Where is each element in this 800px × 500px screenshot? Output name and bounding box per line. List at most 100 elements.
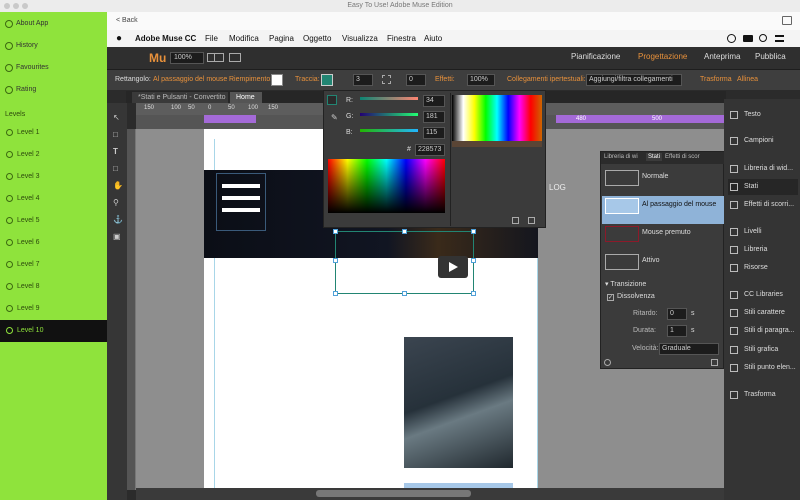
delay-input[interactable]: 0 [667, 308, 687, 320]
hex-input[interactable]: 228573 [415, 144, 445, 156]
state-row-selected[interactable]: Al passaggio del mouse [602, 196, 724, 224]
stroke-width-input[interactable]: 3 [353, 74, 373, 86]
level-item[interactable]: Level 5 [0, 210, 107, 232]
tab-libreria[interactable]: Libreria di wi [604, 154, 638, 160]
layout-icon[interactable] [229, 53, 241, 62]
fade-checkbox[interactable]: ✓ [607, 294, 614, 301]
level-item[interactable]: Level 9 [0, 298, 107, 320]
tab-stati[interactable]: Stati [646, 153, 663, 161]
back-button[interactable]: < Back [116, 12, 138, 30]
minimize-window-icon[interactable] [13, 3, 19, 9]
transition-header[interactable]: ▾ Transizione [605, 280, 646, 288]
panel-item-graphic-styles[interactable]: Stili grafica [728, 342, 798, 358]
align-link[interactable]: Allinea [737, 70, 758, 90]
resize-handle[interactable] [402, 291, 407, 296]
tab-effetti[interactable]: Effetti di scor [665, 154, 700, 160]
menu-pagina[interactable]: Pagina [269, 30, 294, 47]
green-input[interactable]: 181 [423, 111, 445, 123]
resize-handle[interactable] [402, 229, 407, 234]
mode-pubblica[interactable]: Pubblica [755, 52, 786, 61]
panel-item-trasforma[interactable]: Trasforma [728, 387, 798, 403]
nav-history[interactable]: History [0, 36, 107, 56]
menu-aiuto[interactable]: Aiuto [424, 30, 442, 47]
menu-visualizza[interactable]: Visualizza [342, 30, 378, 47]
resize-handle[interactable] [471, 258, 476, 263]
zoom-window-icon[interactable] [22, 3, 28, 9]
help-icon[interactable] [604, 359, 611, 366]
fullscreen-icon[interactable] [782, 16, 792, 25]
panel-item-risorse[interactable]: Risorse [728, 260, 798, 276]
text-tool-icon[interactable]: T [113, 147, 122, 156]
level-item-active[interactable]: Level 10 [0, 320, 107, 342]
trash-icon[interactable] [528, 217, 535, 224]
trash-icon[interactable] [711, 359, 718, 366]
level-item[interactable]: Level 8 [0, 276, 107, 298]
state-link[interactable]: Al passaggio del mouse [153, 70, 227, 90]
menu-app-name[interactable]: Adobe Muse CC [135, 30, 196, 47]
tab-home[interactable]: Home [230, 92, 262, 103]
scroll-thumb[interactable] [316, 490, 471, 497]
resize-handle[interactable] [471, 291, 476, 296]
selection-tool-icon[interactable]: ↖ [113, 113, 122, 122]
rectangle-tool-icon[interactable]: □ [113, 164, 122, 173]
creative-cloud-icon[interactable] [727, 34, 736, 43]
panel-item-bullet-styles[interactable]: Stili punto elen... [728, 360, 798, 376]
horizontal-scrollbar[interactable] [136, 488, 724, 500]
effects-label[interactable]: Effetti: [435, 70, 455, 90]
search-icon[interactable] [759, 34, 767, 42]
panel-item-cc-libraries[interactable]: CC Libraries [728, 287, 798, 303]
panel-item-testo[interactable]: Testo [728, 107, 798, 123]
level-item[interactable]: Level 2 [0, 144, 107, 166]
level-item[interactable]: Level 4 [0, 188, 107, 210]
blue-input[interactable]: 115 [423, 127, 445, 139]
menu-finestra[interactable]: Finestra [387, 30, 416, 47]
state-row[interactable]: Normale [602, 168, 724, 196]
duration-input[interactable]: 1 [667, 325, 687, 337]
frame-tool-icon[interactable]: ▣ [113, 232, 122, 241]
state-row[interactable]: Attivo [602, 252, 724, 280]
resize-handle[interactable] [333, 291, 338, 296]
panel-item-livelli[interactable]: Livelli [728, 224, 798, 240]
panel-item-libreria[interactable]: Libreria [728, 242, 798, 258]
stroke-label[interactable]: Traccia: [295, 70, 320, 90]
nav-rating[interactable]: Rating [0, 80, 107, 100]
level-item[interactable]: Level 6 [0, 232, 107, 254]
transform-link[interactable]: Trasforma [700, 70, 732, 90]
panel-item-character-styles[interactable]: Stili carattere [728, 305, 798, 321]
color-spectrum[interactable] [328, 159, 445, 213]
panel-item-paragraph-styles[interactable]: Stili di paragra... [728, 323, 798, 339]
nav-about-app[interactable]: About App [0, 14, 107, 34]
links-select[interactable]: Aggiungi/filtra collegamenti [586, 74, 682, 86]
camera-icon[interactable] [743, 35, 753, 42]
page-icon[interactable] [214, 53, 224, 62]
resize-handle[interactable] [333, 258, 338, 263]
apple-icon[interactable]: ● [116, 30, 122, 47]
mode-progettazione[interactable]: Progettazione [638, 52, 687, 61]
opacity-input[interactable]: 100% [467, 74, 495, 86]
hand-tool-icon[interactable]: ✋ [113, 181, 123, 190]
menu-list-icon[interactable] [775, 35, 784, 42]
panel-item-scroll-effects[interactable]: Effetti di scorri... [728, 197, 798, 213]
crop-tool-icon[interactable]: □ [113, 130, 122, 139]
menu-modifica[interactable]: Modifica [229, 30, 259, 47]
red-input[interactable]: 34 [423, 95, 445, 107]
play-button-icon[interactable] [438, 256, 468, 278]
fill-label[interactable]: Riempimento: [229, 70, 272, 90]
waterfall-photo[interactable] [404, 337, 513, 468]
fill-swatch[interactable] [271, 74, 283, 86]
red-slider[interactable] [360, 97, 418, 100]
menu-file[interactable]: File [205, 30, 218, 47]
panel-item-campioni[interactable]: Campioni [728, 133, 798, 149]
state-row[interactable]: Mouse premuto [602, 224, 724, 252]
panel-item-widget-library[interactable]: Libreria di wid... [728, 161, 798, 177]
tab-stati-e-pulsanti[interactable]: *Stati e Pulsanti - Convertito [132, 92, 228, 103]
new-swatch-icon[interactable] [512, 217, 519, 224]
zoom-select[interactable]: 100% [170, 52, 204, 64]
menu-oggetto[interactable]: Oggetto [303, 30, 331, 47]
level-item[interactable]: Level 7 [0, 254, 107, 276]
menu-box[interactable] [216, 173, 266, 231]
green-slider[interactable] [360, 113, 418, 116]
nav-favourites[interactable]: Favourites [0, 58, 107, 78]
stroke-mode-icon[interactable] [327, 95, 337, 105]
breakpoint-bar[interactable] [204, 115, 256, 123]
